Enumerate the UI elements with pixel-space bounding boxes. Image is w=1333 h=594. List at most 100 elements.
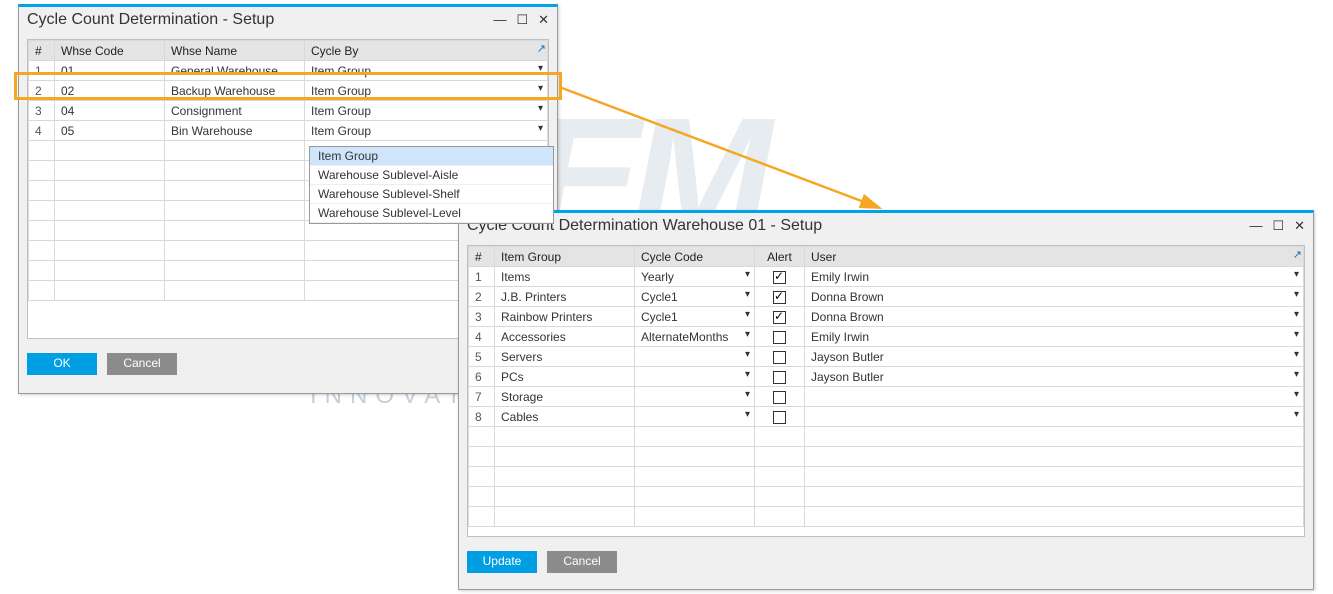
cell-alert[interactable] (755, 327, 805, 347)
table-row[interactable]: 8Cables (469, 407, 1304, 427)
dropdown-option[interactable]: Item Group (310, 147, 553, 166)
cell-item-group[interactable]: Cables (495, 407, 635, 427)
table-row[interactable]: 7Storage (469, 387, 1304, 407)
table-row[interactable]: 1ItemsYearlyEmily Irwin (469, 267, 1304, 287)
col-header-alert: Alert (755, 247, 805, 267)
cell-whse-code[interactable]: 04 (55, 101, 165, 121)
close-icon[interactable]: ✕ (1294, 219, 1305, 233)
col-header-cycle-code: Cycle Code (635, 247, 755, 267)
cell-cycle-code[interactable] (635, 367, 755, 387)
cell-cycle-by[interactable]: Item Group (305, 121, 548, 141)
cell-item-group[interactable]: PCs (495, 367, 635, 387)
cell-item-group[interactable]: J.B. Printers (495, 287, 635, 307)
cell-user[interactable]: Jayson Butler (805, 347, 1304, 367)
cell-cycle-code[interactable] (635, 387, 755, 407)
minimize-icon[interactable]: — (493, 13, 506, 27)
row-num: 3 (469, 307, 495, 327)
cell-item-group[interactable]: Accessories (495, 327, 635, 347)
cell-whse-name[interactable]: Backup Warehouse (165, 81, 305, 101)
cell-user[interactable]: Jayson Butler (805, 367, 1304, 387)
alert-checkbox[interactable] (773, 371, 786, 384)
cell-alert[interactable] (755, 387, 805, 407)
table-row[interactable] (469, 487, 1304, 507)
table-row[interactable]: 5ServersJayson Butler (469, 347, 1304, 367)
table-row[interactable]: 101General WarehouseItem Group (29, 61, 548, 81)
cell-whse-code[interactable]: 05 (55, 121, 165, 141)
close-icon[interactable]: ✕ (538, 13, 549, 27)
row-num: 1 (29, 61, 55, 81)
cell-item-group[interactable]: Rainbow Printers (495, 307, 635, 327)
minimize-icon[interactable]: — (1249, 219, 1262, 233)
dropdown-option[interactable]: Warehouse Sublevel-Level (310, 204, 553, 223)
alert-checkbox[interactable] (773, 391, 786, 404)
col-header-whse-code: Whse Code (55, 41, 165, 61)
popout-icon[interactable]: ↗ (1293, 248, 1302, 261)
dropdown-option[interactable]: Warehouse Sublevel-Aisle (310, 166, 553, 185)
dropdown-option[interactable]: Warehouse Sublevel-Shelf (310, 185, 553, 204)
col-header-num: # (469, 247, 495, 267)
cell-whse-code[interactable]: 02 (55, 81, 165, 101)
cell-cycle-by[interactable]: Item Group (305, 61, 548, 81)
table-row[interactable]: 405Bin WarehouseItem Group (29, 121, 548, 141)
ok-button[interactable]: OK (27, 353, 97, 375)
cancel-button[interactable]: Cancel (547, 551, 617, 573)
cell-cycle-by[interactable]: Item Group (305, 101, 548, 121)
cell-whse-name[interactable]: Consignment (165, 101, 305, 121)
table-row[interactable] (469, 467, 1304, 487)
cell-user[interactable]: Emily Irwin (805, 267, 1304, 287)
cell-cycle-code[interactable]: Cycle1 (635, 287, 755, 307)
cell-user[interactable]: Donna Brown (805, 287, 1304, 307)
alert-checkbox[interactable] (773, 311, 786, 324)
table-row[interactable] (469, 447, 1304, 467)
row-num: 4 (29, 121, 55, 141)
cell-whse-name[interactable]: Bin Warehouse (165, 121, 305, 141)
table-item-groups: # Item Group Cycle Code Alert User 1Item… (468, 246, 1304, 527)
titlebar: Cycle Count Determination Warehouse 01 -… (459, 213, 1313, 241)
cell-alert[interactable] (755, 367, 805, 387)
alert-checkbox[interactable] (773, 291, 786, 304)
table-row[interactable] (469, 507, 1304, 527)
table-row[interactable]: 3Rainbow PrintersCycle1 Donna Brown (469, 307, 1304, 327)
cell-cycle-code[interactable]: Cycle1 (635, 307, 755, 327)
cell-cycle-code[interactable]: Yearly (635, 267, 755, 287)
table-row[interactable]: 304ConsignmentItem Group (29, 101, 548, 121)
maximize-icon[interactable]: ☐ (1272, 219, 1284, 233)
cell-whse-name[interactable]: General Warehouse (165, 61, 305, 81)
update-button[interactable]: Update (467, 551, 537, 573)
row-num: 6 (469, 367, 495, 387)
cancel-button[interactable]: Cancel (107, 353, 177, 375)
cell-whse-code[interactable]: 01 (55, 61, 165, 81)
cell-item-group[interactable]: Storage (495, 387, 635, 407)
cell-alert[interactable] (755, 407, 805, 427)
alert-checkbox[interactable] (773, 271, 786, 284)
col-header-user: User (805, 247, 1304, 267)
cell-alert[interactable] (755, 307, 805, 327)
alert-checkbox[interactable] (773, 331, 786, 344)
maximize-icon[interactable]: ☐ (516, 13, 528, 27)
cell-alert[interactable] (755, 267, 805, 287)
titlebar: Cycle Count Determination - Setup — ☐ ✕ (19, 7, 557, 35)
cell-user[interactable] (805, 387, 1304, 407)
table-row[interactable]: 4AccessoriesAlternateMonthsEmily Irwin (469, 327, 1304, 347)
cell-alert[interactable] (755, 347, 805, 367)
cell-user[interactable]: Emily Irwin (805, 327, 1304, 347)
row-num: 7 (469, 387, 495, 407)
cell-cycle-code[interactable] (635, 347, 755, 367)
table-row[interactable]: 202Backup WarehouseItem Group (29, 81, 548, 101)
table-row[interactable] (469, 427, 1304, 447)
cell-cycle-code[interactable]: AlternateMonths (635, 327, 755, 347)
cell-alert[interactable] (755, 287, 805, 307)
cell-cycle-by[interactable]: Item Group (305, 81, 548, 101)
cell-user[interactable] (805, 407, 1304, 427)
cell-cycle-code[interactable] (635, 407, 755, 427)
cell-user[interactable]: Donna Brown (805, 307, 1304, 327)
alert-checkbox[interactable] (773, 351, 786, 364)
row-num: 3 (29, 101, 55, 121)
popout-icon[interactable]: ↗ (537, 42, 546, 55)
dropdown-cycle-by[interactable]: Item Group Warehouse Sublevel-Aisle Ware… (309, 146, 554, 224)
cell-item-group[interactable]: Servers (495, 347, 635, 367)
cell-item-group[interactable]: Items (495, 267, 635, 287)
table-row[interactable]: 2J.B. PrintersCycle1Donna Brown (469, 287, 1304, 307)
alert-checkbox[interactable] (773, 411, 786, 424)
table-row[interactable]: 6PCs Jayson Butler (469, 367, 1304, 387)
